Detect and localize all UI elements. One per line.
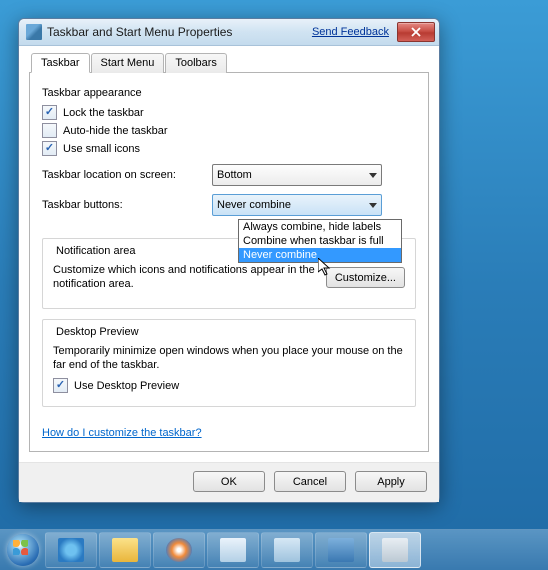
- window-icon: [26, 24, 42, 40]
- preview-legend: Desktop Preview: [53, 326, 142, 338]
- customize-button[interactable]: Customize...: [326, 267, 405, 288]
- buttons-dropdown[interactable]: Always combine, hide labels Combine when…: [238, 219, 402, 263]
- desktop-preview-checkbox[interactable]: [53, 378, 68, 393]
- taskbar[interactable]: [0, 529, 548, 570]
- autohide-checkbox[interactable]: [42, 123, 57, 138]
- app-icon: [274, 538, 300, 562]
- notification-legend: Notification area: [53, 245, 139, 257]
- location-row: Taskbar location on screen: Bottom: [42, 164, 416, 186]
- location-value: Bottom: [217, 169, 252, 181]
- location-select[interactable]: Bottom: [212, 164, 382, 186]
- lock-taskbar-checkbox[interactable]: [42, 105, 57, 120]
- preview-group: Desktop Preview Temporarily minimize ope…: [42, 319, 416, 408]
- chevron-down-icon: [369, 203, 377, 208]
- cursor-icon: [318, 258, 334, 278]
- buttons-row: Taskbar buttons: Never combine: [42, 194, 416, 216]
- buttons-label: Taskbar buttons:: [42, 199, 212, 211]
- properties-dialog: Taskbar and Start Menu Properties Send F…: [18, 18, 440, 503]
- chevron-down-icon: [369, 173, 377, 178]
- dropdown-item[interactable]: Always combine, hide labels: [239, 220, 401, 234]
- autohide-label: Auto-hide the taskbar: [63, 125, 168, 137]
- apply-button[interactable]: Apply: [355, 471, 427, 492]
- preview-desc: Temporarily minimize open windows when y…: [53, 344, 405, 373]
- start-button[interactable]: [2, 532, 44, 568]
- taskbar-item-wmp[interactable]: [153, 532, 205, 568]
- window-title: Taskbar and Start Menu Properties: [47, 25, 312, 39]
- media-player-icon: [166, 538, 192, 562]
- close-icon: [411, 27, 421, 37]
- desktop-preview-label: Use Desktop Preview: [74, 380, 179, 392]
- buttons-value: Never combine: [217, 199, 291, 211]
- start-orb-icon: [7, 534, 39, 566]
- close-button[interactable]: [397, 22, 435, 42]
- send-feedback-link[interactable]: Send Feedback: [312, 26, 389, 38]
- tab-toolbars[interactable]: Toolbars: [165, 53, 227, 73]
- taskbar-item-ie[interactable]: [45, 532, 97, 568]
- properties-icon: [382, 538, 408, 562]
- app-icon: [328, 538, 354, 562]
- small-icons-checkbox[interactable]: [42, 141, 57, 156]
- notepad-icon: [220, 538, 246, 562]
- tab-start-menu[interactable]: Start Menu: [91, 53, 165, 73]
- taskbar-item-app3[interactable]: [315, 532, 367, 568]
- help-link[interactable]: How do I customize the taskbar?: [42, 427, 202, 439]
- lock-taskbar-row: Lock the taskbar: [42, 105, 416, 120]
- autohide-row: Auto-hide the taskbar: [42, 123, 416, 138]
- small-icons-label: Use small icons: [63, 143, 140, 155]
- taskbar-item-app1[interactable]: [207, 532, 259, 568]
- location-label: Taskbar location on screen:: [42, 169, 212, 181]
- lock-taskbar-label: Lock the taskbar: [63, 107, 144, 119]
- tab-strip: Taskbar Start Menu Toolbars: [29, 52, 429, 73]
- titlebar[interactable]: Taskbar and Start Menu Properties Send F…: [19, 19, 439, 46]
- taskbar-item-properties[interactable]: [369, 532, 421, 568]
- taskbar-item-app2[interactable]: [261, 532, 313, 568]
- preview-check-row: Use Desktop Preview: [53, 378, 405, 393]
- folder-icon: [112, 538, 138, 562]
- dialog-buttons-bar: OK Cancel Apply: [19, 462, 439, 502]
- cancel-button[interactable]: Cancel: [274, 471, 346, 492]
- dropdown-item[interactable]: Combine when taskbar is full: [239, 234, 401, 248]
- taskbar-item-explorer[interactable]: [99, 532, 151, 568]
- small-icons-row: Use small icons: [42, 141, 416, 156]
- buttons-select[interactable]: Never combine: [212, 194, 382, 216]
- tab-taskbar[interactable]: Taskbar: [31, 53, 90, 73]
- ie-icon: [58, 538, 84, 562]
- ok-button[interactable]: OK: [193, 471, 265, 492]
- appearance-heading: Taskbar appearance: [42, 87, 416, 99]
